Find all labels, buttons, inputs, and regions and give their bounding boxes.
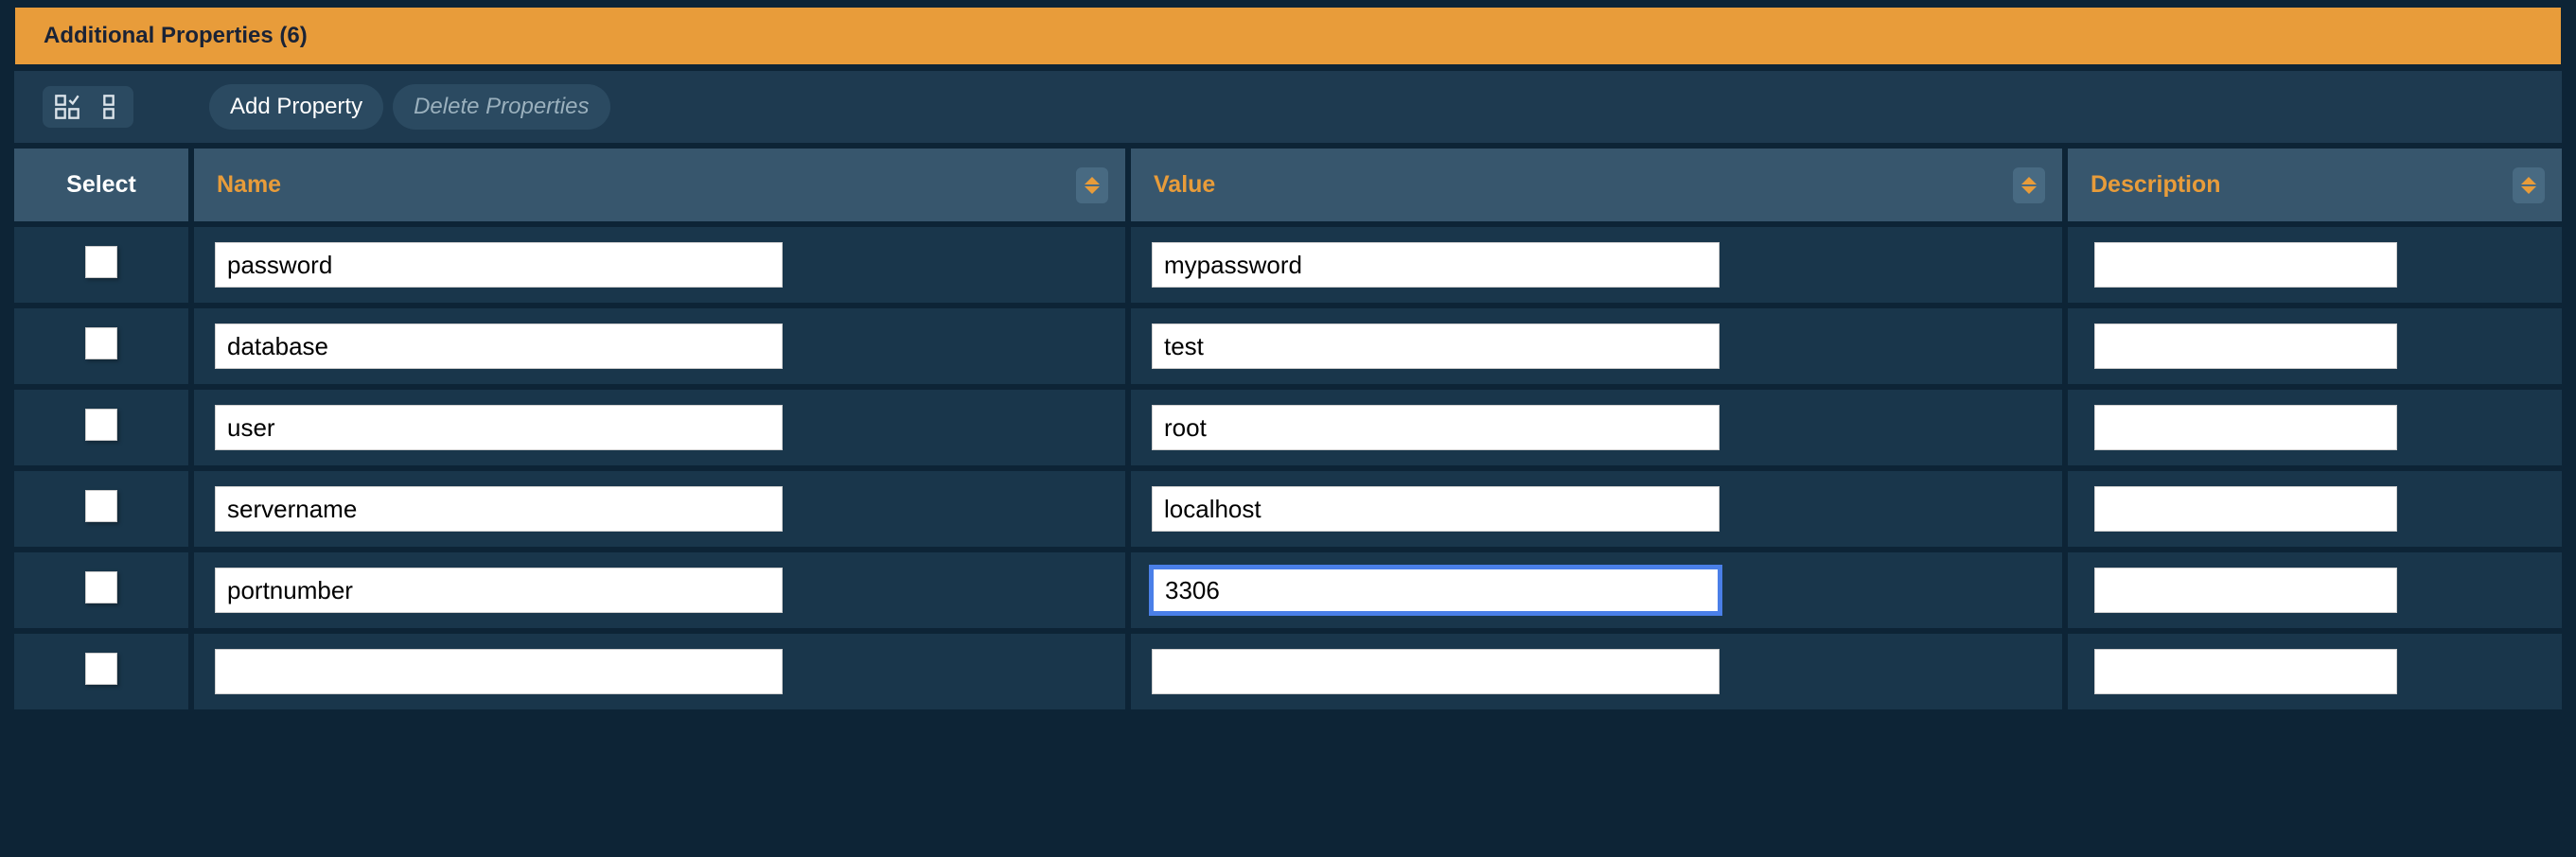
add-property-button[interactable]: Add Property: [209, 84, 383, 130]
value-cell: [1128, 468, 2065, 550]
row-checkbox[interactable]: [85, 327, 117, 359]
properties-table: Select Name Value Description: [11, 146, 2565, 712]
description-cell: [2065, 224, 2565, 306]
description-input[interactable]: [2094, 405, 2397, 450]
name-input[interactable]: [215, 242, 783, 288]
value-input[interactable]: [1152, 405, 1720, 450]
row-checkbox[interactable]: [85, 246, 117, 278]
toolbar: Add Property Delete Properties: [11, 68, 2565, 146]
table-row: [11, 631, 2565, 712]
value-cell: [1128, 306, 2065, 387]
additional-properties-panel: Additional Properties (6) Add Property D…: [9, 6, 2567, 714]
description-input[interactable]: [2094, 242, 2397, 288]
deselect-all-icon[interactable]: [88, 88, 130, 126]
select-cell: [11, 224, 191, 306]
column-label: Name: [217, 171, 281, 198]
name-input[interactable]: [215, 324, 783, 369]
select-cell: [11, 468, 191, 550]
description-input[interactable]: [2094, 486, 2397, 532]
table-row: [11, 306, 2565, 387]
table-row: [11, 550, 2565, 631]
description-cell: [2065, 387, 2565, 468]
table-row: [11, 387, 2565, 468]
sort-icon[interactable]: [1076, 167, 1108, 203]
name-cell: [191, 224, 1128, 306]
row-checkbox[interactable]: [85, 571, 117, 603]
value-cell: [1128, 387, 2065, 468]
description-input[interactable]: [2094, 324, 2397, 369]
value-input[interactable]: [1152, 324, 1720, 369]
value-cell: [1128, 550, 2065, 631]
description-input[interactable]: [2094, 568, 2397, 613]
row-checkbox[interactable]: [85, 490, 117, 522]
sort-icon[interactable]: [2013, 167, 2045, 203]
column-header-value[interactable]: Value: [1128, 146, 2065, 224]
name-input[interactable]: [215, 405, 783, 450]
column-header-name[interactable]: Name: [191, 146, 1128, 224]
table-row: [11, 224, 2565, 306]
column-header-description[interactable]: Description: [2065, 146, 2565, 224]
name-cell: [191, 631, 1128, 712]
name-cell: [191, 468, 1128, 550]
value-input[interactable]: [1152, 649, 1720, 694]
description-input[interactable]: [2094, 649, 2397, 694]
name-cell: [191, 306, 1128, 387]
row-checkbox[interactable]: [85, 409, 117, 441]
column-label: Description: [2091, 171, 2221, 198]
description-cell: [2065, 631, 2565, 712]
description-cell: [2065, 550, 2565, 631]
description-cell: [2065, 468, 2565, 550]
value-cell: [1128, 224, 2065, 306]
select-cell: [11, 306, 191, 387]
panel-title: Additional Properties (6): [11, 8, 2565, 68]
value-input[interactable]: [1152, 486, 1720, 532]
column-label: Value: [1154, 171, 1215, 198]
name-cell: [191, 387, 1128, 468]
select-cell: [11, 631, 191, 712]
name-cell: [191, 550, 1128, 631]
delete-properties-button[interactable]: Delete Properties: [393, 84, 609, 130]
value-input[interactable]: [1152, 568, 1720, 613]
select-cell: [11, 550, 191, 631]
select-all-icon[interactable]: [46, 88, 88, 126]
value-input[interactable]: [1152, 242, 1720, 288]
view-toggle-group: [43, 86, 133, 128]
column-label: Select: [66, 171, 136, 198]
value-cell: [1128, 631, 2065, 712]
column-header-select: Select: [11, 146, 191, 224]
description-cell: [2065, 306, 2565, 387]
name-input[interactable]: [215, 649, 783, 694]
table-row: [11, 468, 2565, 550]
row-checkbox[interactable]: [85, 653, 117, 685]
sort-icon[interactable]: [2513, 167, 2545, 203]
name-input[interactable]: [215, 568, 783, 613]
select-cell: [11, 387, 191, 468]
name-input[interactable]: [215, 486, 783, 532]
